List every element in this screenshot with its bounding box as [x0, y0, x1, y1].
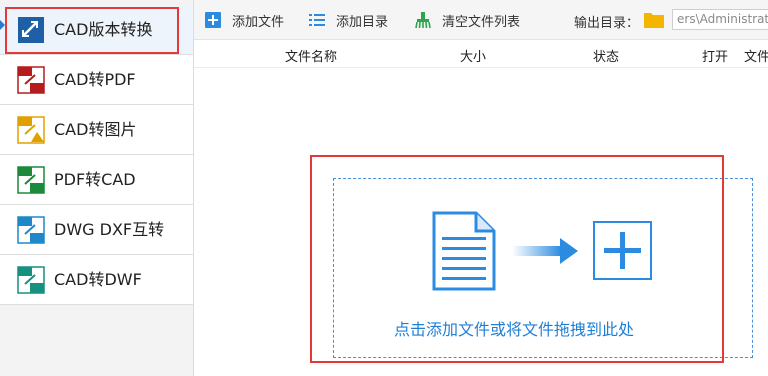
pdf-to-cad-icon: [17, 166, 45, 194]
file-table-header: 文件名称 大小 状态 打开 文件: [194, 41, 768, 68]
highlight-box-sidebar: [5, 7, 179, 54]
sidebar-item-cad-to-pdf[interactable]: CAD转PDF: [0, 55, 193, 105]
col-file-name: 文件名称: [285, 50, 338, 65]
sidebar-item-label: PDF转CAD: [54, 170, 136, 189]
clear-list-button[interactable]: 清空文件列表: [414, 9, 520, 31]
sidebar-item-cad-to-dwf[interactable]: CAD转DWF: [0, 255, 193, 305]
sidebar-item-dwg-dxf-convert[interactable]: DWG DXF互转: [0, 205, 193, 255]
add-file-button[interactable]: 添加文件: [204, 9, 284, 31]
sidebar-empty-area: [0, 306, 193, 376]
sidebar-item-label: CAD转PDF: [54, 70, 136, 89]
dwg-dxf-convert-icon: [17, 216, 45, 244]
output-path-field[interactable]: ers\Administrator: [672, 9, 768, 30]
toolbar: 添加文件 添加目录 清空文件列表 输出目录： ers\Administrator: [194, 0, 768, 40]
broom-icon: [415, 12, 431, 29]
sidebar-item-pdf-to-cad[interactable]: PDF转CAD: [0, 155, 193, 205]
sidebar-item-cad-to-image[interactable]: CAD转图片: [0, 105, 193, 155]
add-folder-button[interactable]: 添加目录: [308, 9, 388, 31]
col-open: 打开: [702, 50, 729, 65]
col-size: 大小: [460, 50, 487, 65]
list-icon: [309, 14, 325, 26]
add-folder-label: 添加目录: [336, 14, 389, 30]
cad-to-pdf-icon: [17, 66, 45, 94]
output-dir-label: 输出目录：: [574, 16, 640, 31]
add-file-icon: [205, 12, 221, 28]
sidebar-item-label: DWG DXF互转: [54, 220, 165, 239]
col-folder: 文件: [744, 50, 768, 65]
folder-icon[interactable]: [644, 11, 664, 28]
cad-to-image-icon: [17, 116, 45, 144]
highlight-box-dropzone: [310, 155, 724, 363]
clear-list-label: 清空文件列表: [442, 14, 521, 30]
col-status: 状态: [593, 50, 620, 65]
sidebar-item-label: CAD转DWF: [54, 270, 142, 289]
sidebar-item-label: CAD转图片: [54, 120, 137, 139]
sidebar: CAD版本转换 CAD转PDF CAD转图片 PDF转CAD DWG DXF互转…: [0, 0, 194, 376]
cad-to-dwf-icon: [17, 266, 45, 294]
add-file-label: 添加文件: [232, 14, 285, 30]
